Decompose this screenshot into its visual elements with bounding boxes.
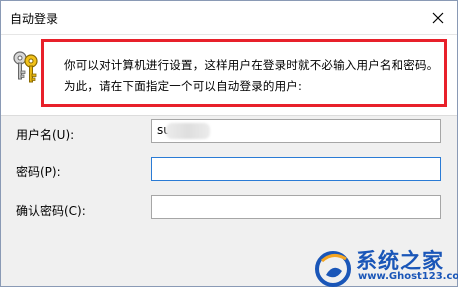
- password-label: 密码(P):: [16, 165, 61, 179]
- info-area: 你可以对计算机进行设置，这样用户在登录时就不必输入用户名和密码。为此，请在下面指…: [1, 35, 457, 115]
- redacted-blur: [166, 123, 210, 139]
- confirm-password-field[interactable]: [151, 195, 441, 219]
- confirm-password-label: 确认密码(C):: [16, 204, 86, 218]
- description-text: 你可以对计算机进行设置，这样用户在登录时就不必输入用户名和密码。为此，请在下面指…: [64, 58, 439, 93]
- close-button[interactable]: [425, 7, 451, 29]
- auto-login-dialog: 自动登录 你可以对计算机进行设置，这样用户在登录时就不必输入用户名和密码。为此，…: [0, 0, 458, 287]
- dialog-title: 自动登录: [10, 12, 59, 26]
- watermark: 系统之家 www.Ghost123.com: [314, 243, 458, 288]
- divider: [1, 115, 457, 116]
- watermark-logo-icon: [315, 251, 351, 287]
- username-field[interactable]: su: [151, 119, 441, 143]
- username-label: 用户名(U):: [16, 128, 75, 142]
- title-bar: 自动登录: [1, 1, 457, 35]
- highlight-box: 你可以对计算机进行设置，这样用户在登录时就不必输入用户名和密码。为此，请在下面指…: [41, 39, 447, 107]
- keys-icon: [13, 51, 38, 83]
- password-field[interactable]: [151, 157, 441, 181]
- watermark-url: www.Ghost123.com: [358, 271, 458, 282]
- close-icon: [432, 12, 444, 24]
